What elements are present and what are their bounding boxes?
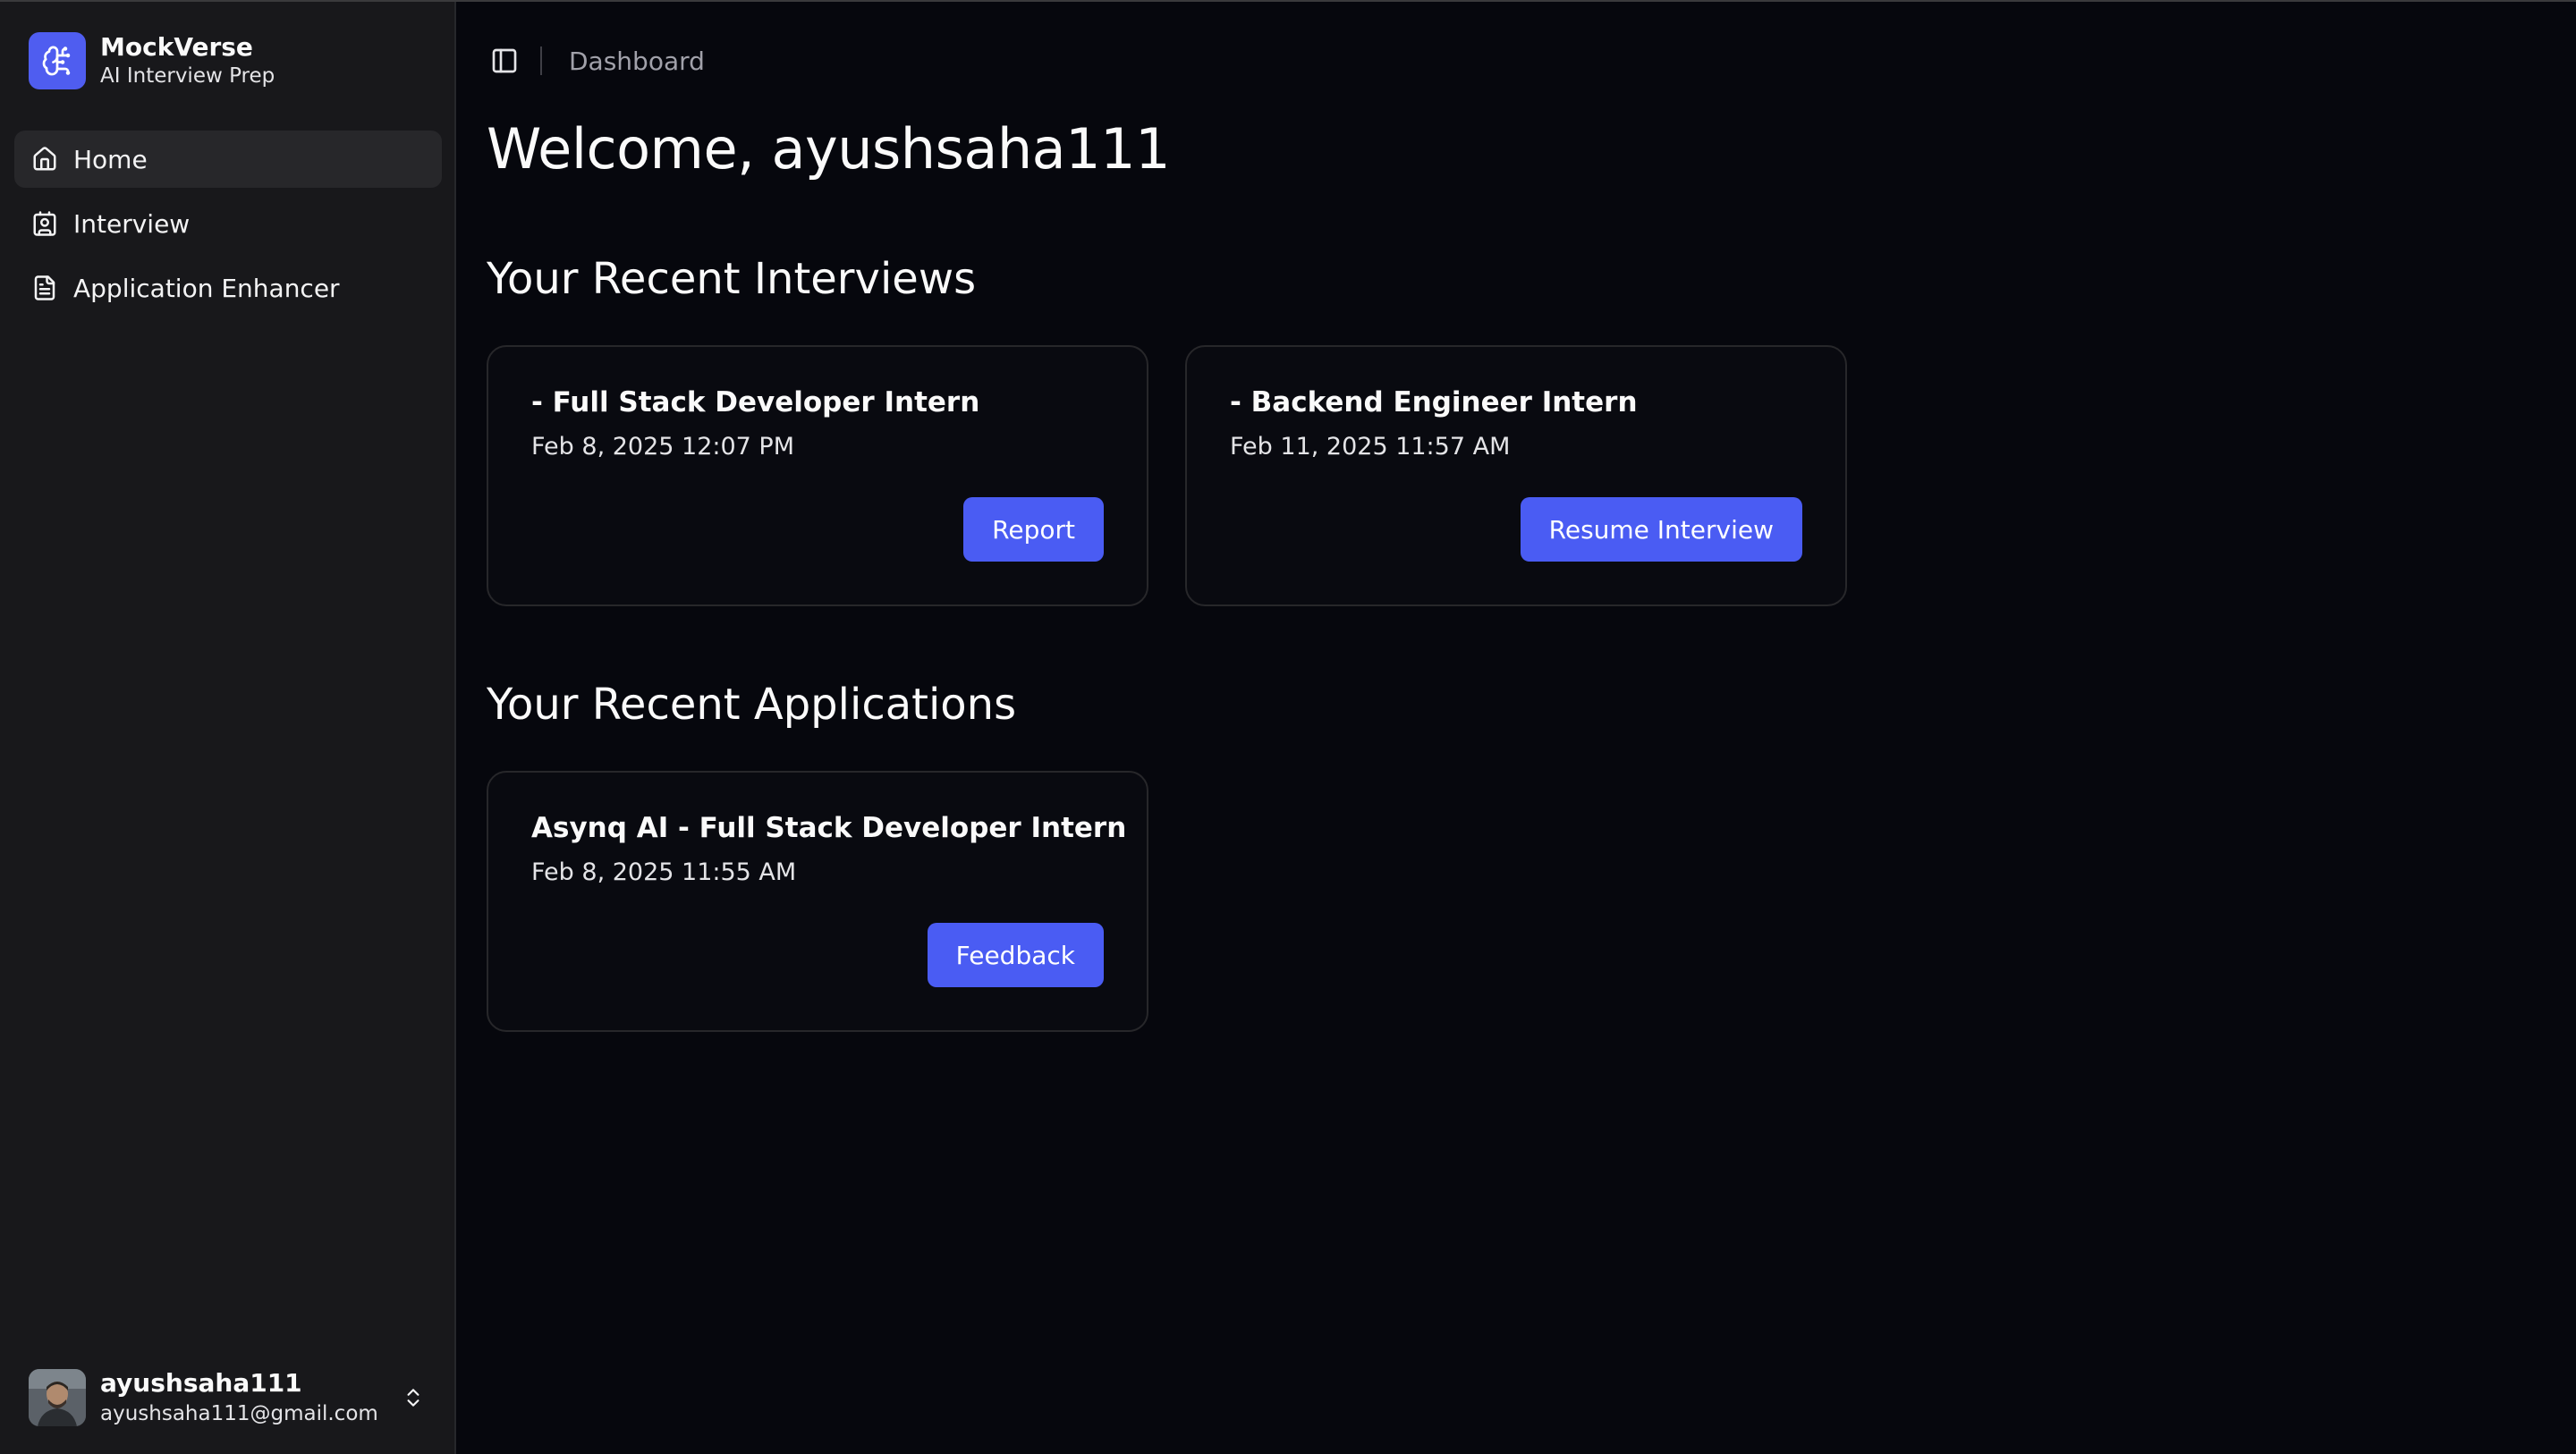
- recent-interviews-title: Your Recent Interviews: [487, 254, 977, 304]
- sidebar-item-application-enhancer[interactable]: Application Enhancer: [14, 259, 442, 317]
- brand[interactable]: MockVerse AI Interview Prep: [29, 32, 275, 89]
- feedback-button[interactable]: Feedback: [927, 923, 1104, 987]
- interview-card: - Full Stack Developer Intern Feb 8, 202…: [487, 345, 1148, 606]
- app-window: MockVerse AI Interview Prep Home Intervi…: [0, 0, 2576, 1454]
- file-text-icon: [30, 274, 59, 302]
- avatar: [29, 1368, 86, 1426]
- sidebar-item-label: Interview: [73, 208, 191, 239]
- user-menu[interactable]: ayushsaha111 ayushsaha111@gmail.com: [29, 1368, 428, 1426]
- contact-icon: [30, 209, 59, 238]
- card-title: Asynq AI - Full Stack Developer Intern: [531, 812, 1127, 844]
- sidebar-item-label: Application Enhancer: [73, 273, 340, 303]
- sidebar-item-label: Home: [73, 144, 148, 174]
- user-name: ayushsaha111: [100, 1368, 302, 1398]
- resume-interview-button[interactable]: Resume Interview: [1520, 497, 1802, 562]
- divider: [540, 46, 542, 75]
- brand-name: MockVerse: [100, 32, 253, 63]
- application-card: Asynq AI - Full Stack Developer Intern F…: [487, 771, 1148, 1032]
- card-title: - Backend Engineer Intern: [1230, 386, 1638, 418]
- sidebar-toggle-button[interactable]: [487, 43, 522, 79]
- page-title: Welcome, ayushsaha111: [487, 116, 1171, 182]
- sidebar-nav: Home Interview Application Enhancer: [14, 131, 442, 324]
- interview-card: - Backend Engineer Intern Feb 11, 2025 1…: [1185, 345, 1847, 606]
- recent-applications-title: Your Recent Applications: [487, 680, 1017, 730]
- main-content: Dashboard Welcome, ayushsaha111 Your Rec…: [458, 2, 2576, 1454]
- sidebar-item-home[interactable]: Home: [14, 131, 442, 188]
- chevrons-up-down-icon[interactable]: [399, 1380, 428, 1416]
- sidebar-item-interview[interactable]: Interview: [14, 195, 442, 252]
- card-title: - Full Stack Developer Intern: [531, 386, 980, 418]
- home-icon: [30, 145, 59, 173]
- card-date: Feb 8, 2025 11:55 AM: [531, 858, 797, 886]
- breadcrumb[interactable]: Dashboard: [569, 46, 705, 76]
- card-date: Feb 8, 2025 12:07 PM: [531, 433, 794, 461]
- report-button[interactable]: Report: [963, 497, 1104, 562]
- brand-subtitle: AI Interview Prep: [100, 64, 275, 88]
- panel-left-icon: [492, 48, 517, 73]
- user-email: ayushsaha111@gmail.com: [100, 1401, 378, 1425]
- card-date: Feb 11, 2025 11:57 AM: [1230, 433, 1511, 461]
- sidebar: MockVerse AI Interview Prep Home Intervi…: [0, 2, 456, 1454]
- brain-circuit-icon: [29, 32, 86, 89]
- topbar: Dashboard: [487, 41, 705, 80]
